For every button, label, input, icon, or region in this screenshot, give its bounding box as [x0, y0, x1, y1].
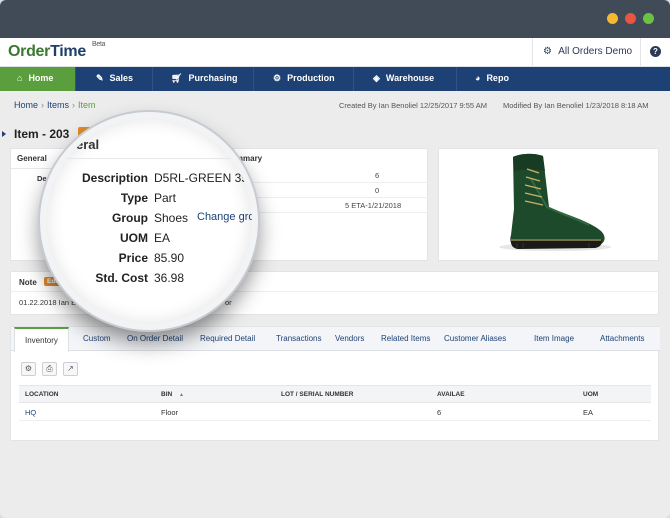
boot-image: [499, 153, 611, 251]
field-label-std-cost: Std. Cost: [95, 271, 148, 285]
box-icon: ◈: [373, 73, 380, 83]
print-button[interactable]: ⎙: [42, 362, 57, 376]
settings-button[interactable]: ⚙: [21, 362, 36, 376]
column-available[interactable]: AVAILAE: [437, 391, 465, 398]
close-button[interactable]: [625, 13, 636, 24]
cell-bin: Floor: [161, 408, 179, 417]
field-value-description: D5RL-GREEN 35: [154, 171, 249, 185]
summary-row: able 6: [229, 168, 429, 183]
grid-header: LOCATION BIN ▲ LOT / SERIAL NUMBER AVAIL…: [19, 385, 651, 403]
gears-icon: ⚙: [273, 73, 282, 83]
breadcrumb-separator: ›: [41, 100, 45, 110]
chart-icon: ◕: [475, 73, 481, 83]
summary-row: ed 0: [229, 183, 429, 198]
detail-tabs-panel: Inventory Custom On Order Detail Require…: [10, 326, 660, 441]
tab-related-items[interactable]: Related Items: [381, 334, 430, 343]
nav-purchasing[interactable]: 🛒︎ Purchasing: [153, 67, 254, 91]
summary-row: er 5 ETA-1/21/2018: [229, 198, 429, 213]
tab-required-detail[interactable]: Required Detail: [200, 334, 255, 343]
created-by: Created By Ian Benoliel 12/25/2017 9:55 …: [339, 101, 488, 110]
cell-uom: EA: [583, 408, 594, 417]
field-value-std-cost: 36.98: [154, 271, 185, 285]
cell-location[interactable]: HQ: [25, 408, 36, 417]
column-lot-serial[interactable]: LOT / SERIAL NUMBER: [281, 391, 353, 398]
breadcrumb-home[interactable]: Home: [14, 100, 38, 110]
magnified-general-heading: eral: [76, 137, 100, 152]
home-icon: ⌂: [17, 73, 23, 83]
magnifier-lens: eral Description D5RL-GREEN 35 Type Part…: [40, 112, 258, 330]
nav-production[interactable]: ⚙ Production: [254, 67, 354, 91]
note-heading: Note: [19, 278, 37, 287]
field-label-uom: UOM: [120, 231, 148, 245]
summary-value[interactable]: 5 ETA-1/21/2018: [345, 201, 401, 210]
help-button[interactable]: ?: [640, 38, 670, 67]
field-label-type: Type: [120, 191, 148, 205]
ordertime-logo[interactable]: OrderTime Beta: [8, 41, 106, 61]
help-icon: ?: [650, 46, 661, 57]
minimize-button[interactable]: [607, 13, 618, 24]
item-image-panel: [438, 148, 659, 261]
tab-item-image[interactable]: Item Image: [534, 334, 574, 343]
tab-inventory[interactable]: Inventory: [14, 327, 69, 352]
breadcrumb-separator: ›: [72, 100, 76, 110]
field-label-group: Group: [112, 211, 148, 225]
change-group-link[interactable]: Change gro: [197, 211, 252, 223]
app-header: OrderTime Beta ⚙ All Orders Demo ?: [0, 38, 670, 67]
export-button[interactable]: ↗: [63, 362, 78, 376]
company-switcher[interactable]: ⚙ All Orders Demo: [532, 38, 640, 67]
column-location[interactable]: LOCATION: [25, 391, 58, 398]
tab-vendors[interactable]: Vendors: [335, 334, 364, 343]
cart-icon: 🛒︎: [171, 73, 183, 83]
tab-attachments[interactable]: Attachments: [600, 334, 644, 343]
note-text-tail: or: [225, 298, 232, 307]
nav-warehouse[interactable]: ◈ Warehouse: [354, 67, 457, 91]
tab-custom[interactable]: Custom: [83, 334, 111, 343]
nav-production-label: Production: [287, 73, 335, 83]
tab-on-order-detail[interactable]: On Order Detail: [127, 334, 183, 343]
breadcrumb-items[interactable]: Items: [47, 100, 69, 110]
nav-reports-label: Repo: [486, 73, 509, 83]
collapse-arrow-icon[interactable]: [2, 131, 6, 137]
nav-reports[interactable]: ◕ Repo: [457, 67, 670, 91]
nav-warehouse-label: Warehouse: [385, 73, 435, 83]
field-value-uom: EA: [154, 231, 171, 245]
cell-available: 6: [437, 408, 442, 417]
sort-asc-icon: ▲: [179, 392, 184, 398]
note-text: 01.22.2018 Ian B: [19, 298, 77, 307]
column-bin[interactable]: BIN: [161, 391, 172, 398]
title-bar: [0, 0, 670, 38]
table-row: HQ Floor 6 EA: [19, 403, 651, 421]
field-value-group: Shoes: [154, 211, 189, 225]
nav-home[interactable]: ⌂ Home: [0, 67, 76, 91]
company-name: All Orders Demo: [558, 46, 633, 57]
tag-icon: ✎: [96, 73, 104, 83]
app-window: OrderTime Beta ⚙ All Orders Demo ? ⌂ Home…: [0, 0, 670, 518]
field-value-type: Part: [154, 191, 177, 205]
summary-value: 0: [375, 186, 380, 195]
summary-value: 6: [375, 171, 380, 180]
divider: [46, 158, 252, 159]
field-value-price: 85.90: [154, 251, 185, 265]
nav-sales[interactable]: ✎ Sales: [76, 67, 153, 91]
maximize-button[interactable]: [643, 13, 654, 24]
field-label-description: Description: [81, 171, 148, 185]
breadcrumb-item: Item: [78, 100, 96, 110]
tab-customer-aliases[interactable]: Customer Aliases: [444, 334, 506, 343]
tab-transactions[interactable]: Transactions: [276, 334, 322, 343]
page-title: Item - 203: [14, 127, 70, 141]
nav-sales-label: Sales: [109, 73, 134, 83]
main-nav: ⌂ Home ✎ Sales 🛒︎ Purchasing ⚙ Production ◈ W…: [0, 67, 670, 91]
nav-home-label: Home: [28, 73, 54, 83]
nav-purchasing-label: Purchasing: [188, 73, 238, 83]
logo-beta: Beta: [92, 41, 106, 48]
logo-order: Order: [8, 43, 51, 60]
column-uom[interactable]: UOM: [583, 391, 598, 398]
field-label-price: Price: [118, 251, 148, 265]
summary-section: ummary able 6 ed 0 er 5 ETA-1/21/2018: [229, 149, 429, 262]
tab-bar: Inventory Custom On Order Detail Require…: [11, 327, 660, 352]
modified-by: Modified By Ian Benoliel 1/23/2018 8:18 …: [503, 101, 649, 110]
logo-time: Time: [50, 43, 86, 60]
gear-icon: ⚙: [543, 46, 552, 57]
breadcrumb: Home › Items › Item: [14, 100, 96, 110]
